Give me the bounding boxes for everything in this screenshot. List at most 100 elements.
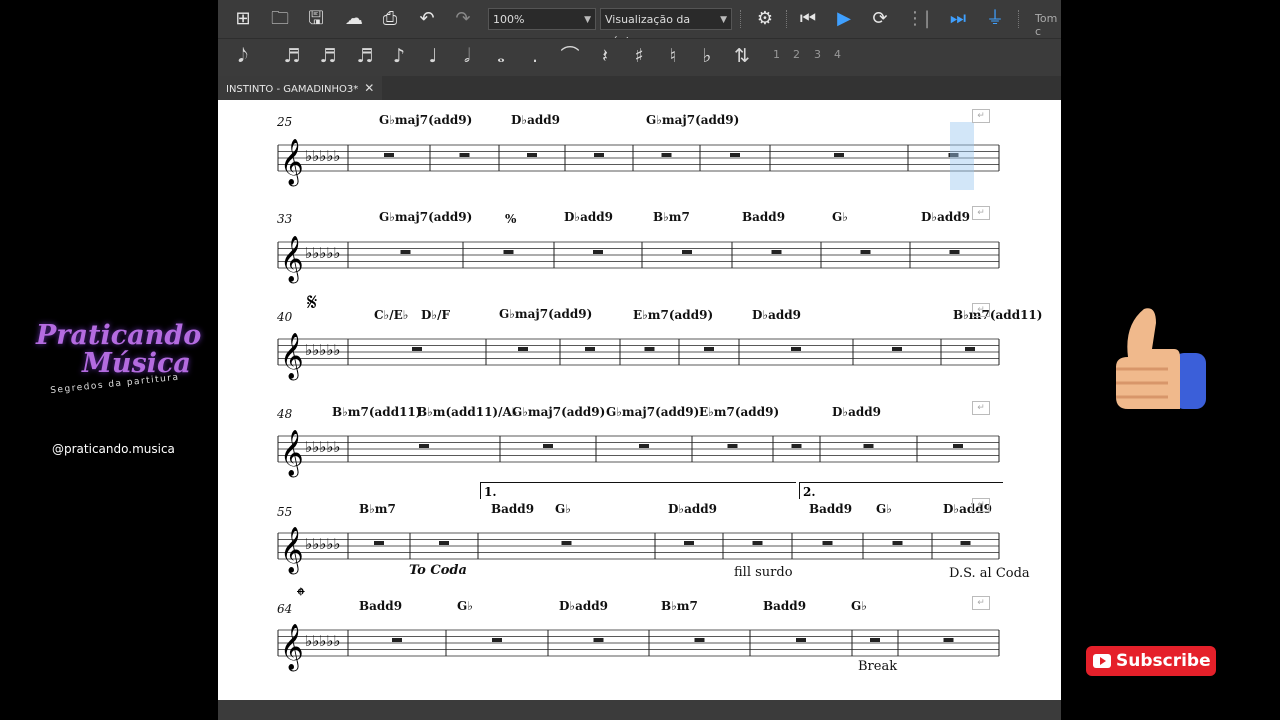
chord-symbol[interactable]: C♭/E♭ [374,308,408,322]
chord-symbol[interactable]: B♭m7(add11) [332,405,421,419]
chord-symbol[interactable]: G♭ [457,599,473,613]
whole-rest [965,347,975,351]
chord-symbol[interactable]: G♭maj7(add9) [512,405,605,419]
line-break-icon[interactable]: ↵ [972,206,990,220]
chord-symbol[interactable]: % [505,212,516,226]
rest-icon[interactable]: 𝄽 [594,44,616,68]
chord-symbol[interactable]: D♭add9 [668,502,717,516]
new-file-icon[interactable]: ⊞ [231,7,255,31]
chord-symbol[interactable]: D♭add9 [752,308,801,322]
line-break-icon[interactable]: ↵ [972,303,990,317]
flip-direction-icon[interactable]: ⇅ [731,44,753,68]
score-page[interactable]: 𝄞 ♭♭♭♭♭ 𝄞 ♭♭♭♭♭ 𝄞 ♭♭♭♭♭ 𝄞 ♭♭♭♭♭ 𝄞 ♭♭♭♭♭ 𝄞 ♭♭♭♭♭ 𝄋 𝄌 2… [218,100,1061,700]
open-folder-icon[interactable]: 🗀 [268,7,292,31]
selection-highlight [950,122,974,190]
measure-number: 55 [277,505,293,519]
loop-in-icon[interactable]: ⋮| [906,7,930,31]
rewind-icon[interactable]: ⏮ [796,7,820,31]
volta-2[interactable]: 2. [799,482,1003,499]
line-break-icon[interactable]: ↵ [972,401,990,415]
whole-rest [392,638,402,642]
play-repeats-icon[interactable]: ⏭ [946,7,970,31]
chord-symbol[interactable]: D♭add9 [921,210,970,224]
flat-icon[interactable]: ♭ [696,44,718,68]
64th-note-icon[interactable]: ♬ [281,44,303,68]
chord-symbol[interactable]: E♭m7(add9) [633,308,713,322]
save-icon[interactable]: 🖫 [304,7,328,31]
chord-symbol[interactable]: Badd9 [763,599,806,613]
chord-symbol[interactable]: Badd9 [491,502,534,516]
eighth-note-icon[interactable]: ♪ [388,44,410,68]
chord-symbol[interactable]: G♭maj7(add9) [379,113,472,127]
voice-2-button[interactable]: 2 [793,48,800,61]
whole-rest [384,153,394,157]
line-break-icon[interactable]: ↵ [972,109,990,123]
whole-rest [593,638,604,642]
dot-icon[interactable]: . [524,44,546,68]
chord-symbol[interactable]: Badd9 [809,502,852,516]
whole-rest [771,250,782,254]
fill-text[interactable]: fill surdo [734,565,793,580]
chord-symbol[interactable]: E♭m7(add9) [699,405,779,419]
undo-icon[interactable]: ↶ [415,7,439,31]
whole-rest [694,638,705,642]
chord-symbol[interactable]: B♭m7 [653,210,690,224]
sharp-icon[interactable]: ♯ [628,44,650,68]
chord-symbol[interactable]: G♭ [555,502,571,516]
chord-symbol[interactable]: B♭m7 [661,599,698,613]
chord-symbol[interactable]: Badd9 [742,210,785,224]
view-mode-select[interactable]: Visualização da página▼ [600,8,732,48]
chord-symbol[interactable]: B♭m(add11)/A♭ [417,405,517,419]
metronome-icon[interactable]: ⏚ [983,7,1007,31]
32nd-note-icon[interactable]: ♬ [317,44,339,68]
chord-symbol[interactable]: D♭add9 [511,113,560,127]
chord-symbol[interactable]: G♭ [876,502,892,516]
loop-icon[interactable]: ⟳ [868,7,892,31]
half-note-icon[interactable]: 𝅗𝅥 [456,44,478,68]
chord-symbol[interactable]: G♭maj7(add9) [499,307,592,321]
toolbar-separator [1018,10,1021,28]
chord-symbol[interactable]: D♭add9 [832,405,881,419]
key-signature: ♭♭♭♭♭ [305,438,340,456]
chord-symbol[interactable]: G♭maj7(add9) [379,210,472,224]
16th-note-icon[interactable]: ♬ [354,44,376,68]
cloud-upload-icon[interactable]: ☁ [342,7,366,31]
to-coda-text[interactable]: To Coda [409,563,467,578]
zoom-select[interactable]: 100% ▼ [488,8,596,30]
document-tab[interactable]: INSTINTO - GAMADINHO3* ✕ [218,76,383,102]
whole-rest [860,250,871,254]
chord-symbol[interactable]: G♭ [851,599,867,613]
redo-icon[interactable]: ↷ [451,7,475,31]
close-icon[interactable]: ✕ [364,81,374,95]
subscribe-button[interactable]: Subscribe [1086,646,1216,676]
quarter-note-icon[interactable]: ♩ [422,44,444,68]
line-break-icon[interactable]: ↵ [972,596,990,610]
brand-title: Praticando [36,320,202,351]
chord-symbol[interactable]: G♭maj7(add9) [646,113,739,127]
chord-symbol[interactable]: Badd9 [359,599,402,613]
concert-pitch-label[interactable]: Tom c [1035,12,1061,38]
chord-symbol[interactable]: G♭maj7(add9) [606,405,699,419]
chord-symbol[interactable]: G♭ [832,210,848,224]
key-signature: ♭♭♭♭♭ [305,147,340,165]
break-text[interactable]: Break [858,659,897,674]
voice-4-button[interactable]: 4 [834,48,841,61]
volta-1[interactable]: 1. [480,482,796,499]
play-icon[interactable]: ▶ [832,7,856,31]
chord-symbol[interactable]: B♭m7 [359,502,396,516]
chord-symbol[interactable]: D♭add9 [564,210,613,224]
chord-symbol[interactable]: D♭/F [421,308,450,322]
chord-symbol[interactable]: D♭add9 [559,599,608,613]
whole-rest [960,541,971,545]
voice-1-button[interactable]: 1 [773,48,780,61]
voice-3-button[interactable]: 3 [814,48,821,61]
line-break-icon[interactable]: ↵ [972,498,990,512]
chord-symbol[interactable]: B♭m7(add11) [953,308,1042,322]
print-icon[interactable]: ⎙ [378,7,402,31]
ds-al-coda-text[interactable]: D.S. al Coda [949,566,1030,581]
note-input-icon[interactable]: 𝅘𝅥𝅮 [232,44,254,68]
tie-icon[interactable]: ⌒ [559,44,581,68]
whole-note-icon[interactable]: 𝅝 [490,44,512,68]
natural-icon[interactable]: ♮ [662,44,684,68]
midi-input-icon[interactable]: ⚙ [753,7,777,31]
